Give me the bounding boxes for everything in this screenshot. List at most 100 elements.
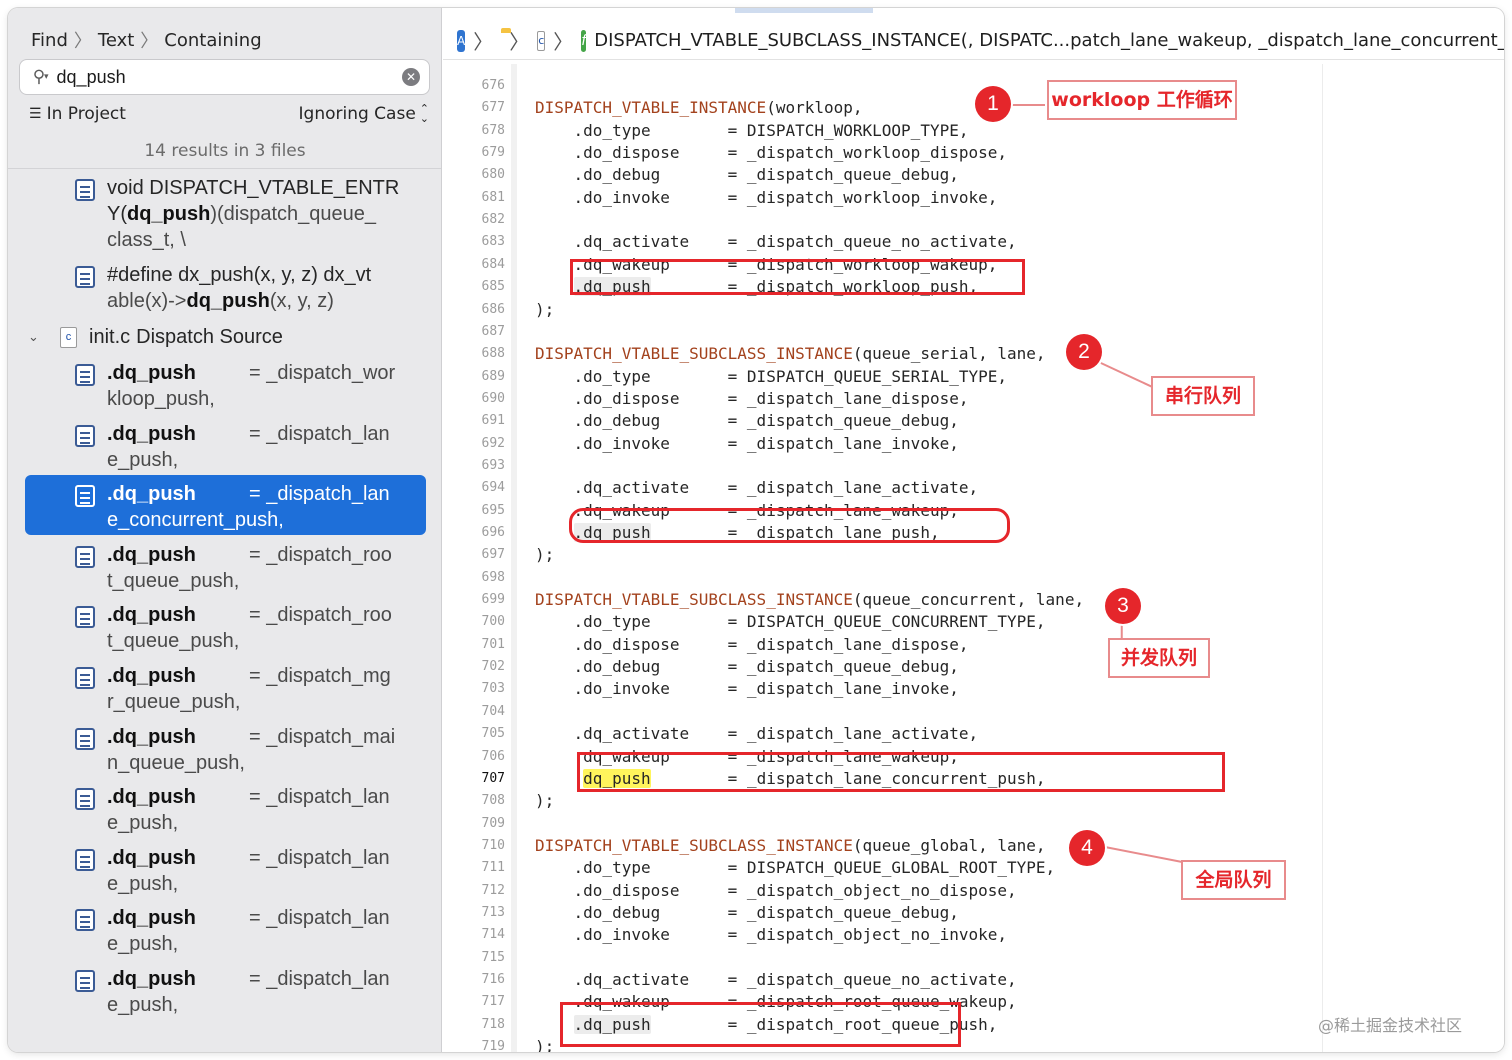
code-line[interactable]: .do_dispose = _dispatch_lane_dispose, [535, 388, 969, 410]
code-line[interactable]: .do_invoke = _dispatch_lane_invoke, [535, 678, 959, 700]
search-result[interactable]: .dq_push = _dispatch_roo t_queue_push, [25, 602, 426, 656]
code-line[interactable]: .do_dispose = _dispatch_object_no_dispos… [535, 880, 1017, 902]
line-number[interactable]: 687 [443, 321, 505, 343]
function-icon[interactable]: f [581, 29, 587, 52]
code-line[interactable]: .dq_activate = _dispatch_lane_activate, [535, 477, 979, 499]
jump-bar[interactable]: A 〉 〉 c 〉 f DISPATCH_VTABLE_SUBCLASS_INS… [443, 22, 1504, 60]
line-number[interactable]: 677 [443, 97, 505, 119]
code-line[interactable]: .do_dispose = _dispatch_workloop_dispose… [535, 142, 1007, 164]
line-number[interactable]: 717 [443, 991, 505, 1013]
line-number[interactable]: 688 [443, 343, 505, 365]
line-number[interactable]: 696 [443, 522, 505, 544]
line-number[interactable]: 715 [443, 947, 505, 969]
search-result[interactable]: .dq_push = _dispatch_lan e_push, [25, 421, 426, 475]
line-number[interactable]: 692 [443, 433, 505, 455]
code-line[interactable]: .do_debug = _dispatch_queue_debug, [535, 410, 959, 432]
code-line[interactable]: .do_type = DISPATCH_QUEUE_GLOBAL_ROOT_TY… [535, 857, 1056, 879]
code-line[interactable]: ); [535, 299, 554, 321]
code-line[interactable]: .do_invoke = _dispatch_object_no_invoke, [535, 924, 1007, 946]
line-number[interactable]: 683 [443, 231, 505, 253]
line-number[interactable]: 694 [443, 477, 505, 499]
line-number[interactable]: 690 [443, 388, 505, 410]
search-result[interactable]: void DISPATCH_VTABLE_ENTR Y(dq_push)(dis… [25, 175, 426, 257]
search-result[interactable]: .dq_push = _dispatch_lan e_concurrent_push… [25, 475, 426, 535]
scope-icon[interactable]: ☰ [29, 106, 42, 122]
file-group-init-c[interactable]: ⌄ c init.c Dispatch Source [28, 324, 283, 350]
line-number[interactable]: 711 [443, 857, 505, 879]
code-line[interactable]: DISPATCH_VTABLE_SUBCLASS_INSTANCE(queue_… [535, 343, 1046, 365]
code-line[interactable]: .do_dispose = _dispatch_lane_dispose, [535, 634, 969, 656]
code-line[interactable]: .do_debug = _dispatch_queue_debug, [535, 164, 959, 186]
search-result[interactable]: .dq_push = _dispatch_lan e_push, [25, 845, 426, 899]
line-number[interactable]: 716 [443, 969, 505, 991]
code-line[interactable]: DISPATCH_VTABLE_INSTANCE(workloop, [535, 97, 863, 119]
code-line[interactable]: .do_type = DISPATCH_QUEUE_SERIAL_TYPE, [535, 366, 1007, 388]
line-number-gutter[interactable]: 676 677 678 679 680 681 682 683 684 685 686 687 688 6… [443, 64, 505, 1052]
line-number[interactable]: 676 [443, 75, 505, 97]
search-result[interactable]: .dq_push = _dispatch_lan e_push, [25, 966, 426, 1020]
project-icon[interactable]: A [457, 29, 466, 52]
line-number[interactable]: 713 [443, 902, 505, 924]
search-result[interactable]: .dq_push = _dispatch_lan e_push, [25, 905, 426, 959]
code-line[interactable]: .do_debug = _dispatch_queue_debug, [535, 902, 959, 924]
c-file-icon[interactable]: c [537, 30, 546, 51]
search-result[interactable]: .dq_push = _dispatch_mai n_queue_push, [25, 724, 426, 778]
disclosure-chevron-icon[interactable]: ⌄ [28, 329, 54, 345]
code-line[interactable]: .dq_activate = _dispatch_queue_no_activa… [535, 231, 1017, 253]
code-line[interactable]: .do_invoke = _dispatch_lane_invoke, [535, 433, 959, 455]
code-line[interactable]: .do_type = DISPATCH_QUEUE_CONCURRENT_TYP… [535, 611, 1046, 633]
line-number[interactable]: 708 [443, 790, 505, 812]
search-result[interactable]: .dq_push = _dispatch_roo t_queue_push, [25, 542, 426, 596]
chevron-down-icon[interactable]: ▾ [44, 72, 49, 82]
line-number[interactable]: 695 [443, 500, 505, 522]
line-number[interactable]: 703 [443, 678, 505, 700]
line-number[interactable]: 682 [443, 209, 505, 231]
line-number[interactable]: 712 [443, 880, 505, 902]
jumpbar-symbol[interactable]: DISPATCH_VTABLE_SUBCLASS_INSTANCE(, DISP… [594, 30, 1504, 51]
search-result[interactable]: .dq_push = _dispatch_mg r_queue_push, [25, 663, 426, 717]
line-number[interactable]: 706 [443, 746, 505, 768]
line-number[interactable]: 680 [443, 164, 505, 186]
line-number[interactable]: 689 [443, 366, 505, 388]
search-scope[interactable]: In Project [47, 104, 126, 124]
search-result[interactable]: .dq_push = _dispatch_lan e_push, [25, 784, 426, 838]
code-folding-ribbon[interactable] [511, 64, 517, 1052]
code-line[interactable]: DISPATCH_VTABLE_SUBCLASS_INSTANCE(queue_… [535, 835, 1046, 857]
code-line[interactable]: .do_type = DISPATCH_WORKLOOP_TYPE, [535, 120, 969, 142]
line-number[interactable]: 707 [443, 768, 505, 790]
code-line[interactable]: .dq_activate = _dispatch_queue_no_activa… [535, 969, 1017, 991]
line-number[interactable]: 702 [443, 656, 505, 678]
line-number[interactable]: 710 [443, 835, 505, 857]
line-number[interactable]: 718 [443, 1014, 505, 1036]
code-line[interactable]: ); [535, 790, 554, 812]
search-result[interactable]: #define dx_push(x, y, z) dx_vt able(x)->… [25, 262, 426, 316]
find-mode-find[interactable]: Find [31, 30, 68, 51]
line-number[interactable]: 701 [443, 634, 505, 656]
line-number[interactable]: 678 [443, 120, 505, 142]
search-result[interactable]: .dq_push = _dispatch_wor kloop_push, [25, 360, 426, 414]
code-line[interactable]: ); [535, 544, 554, 566]
line-number[interactable]: 698 [443, 567, 505, 589]
find-mode-text[interactable]: Text [98, 30, 134, 51]
line-number[interactable]: 681 [443, 187, 505, 209]
code-line[interactable]: .do_invoke = _dispatch_workloop_invoke, [535, 187, 998, 209]
code-line[interactable]: DISPATCH_VTABLE_SUBCLASS_INSTANCE(queue_… [535, 589, 1084, 611]
line-number[interactable]: 685 [443, 276, 505, 298]
line-number[interactable]: 691 [443, 410, 505, 432]
line-number[interactable]: 693 [443, 455, 505, 477]
search-icon[interactable]: ⚲ [20, 67, 58, 87]
case-sensitivity-menu[interactable]: Ignoring Case ⌃ ⌄ [299, 103, 429, 124]
line-number[interactable]: 705 [443, 723, 505, 745]
find-mode-containing[interactable]: Containing [164, 30, 261, 51]
line-number[interactable]: 719 [443, 1036, 505, 1052]
line-number[interactable]: 684 [443, 254, 505, 276]
code-line[interactable]: ); [535, 1036, 554, 1052]
search-input[interactable] [56, 66, 377, 88]
line-number[interactable]: 686 [443, 299, 505, 321]
line-number[interactable]: 709 [443, 813, 505, 835]
code-line[interactable]: .dq_activate = _dispatch_lane_activate, [535, 723, 979, 745]
code-line[interactable]: .do_debug = _dispatch_queue_debug, [535, 656, 959, 678]
line-number[interactable]: 699 [443, 589, 505, 611]
clear-search-icon[interactable]: ✕ [402, 68, 420, 86]
line-number[interactable]: 704 [443, 701, 505, 723]
